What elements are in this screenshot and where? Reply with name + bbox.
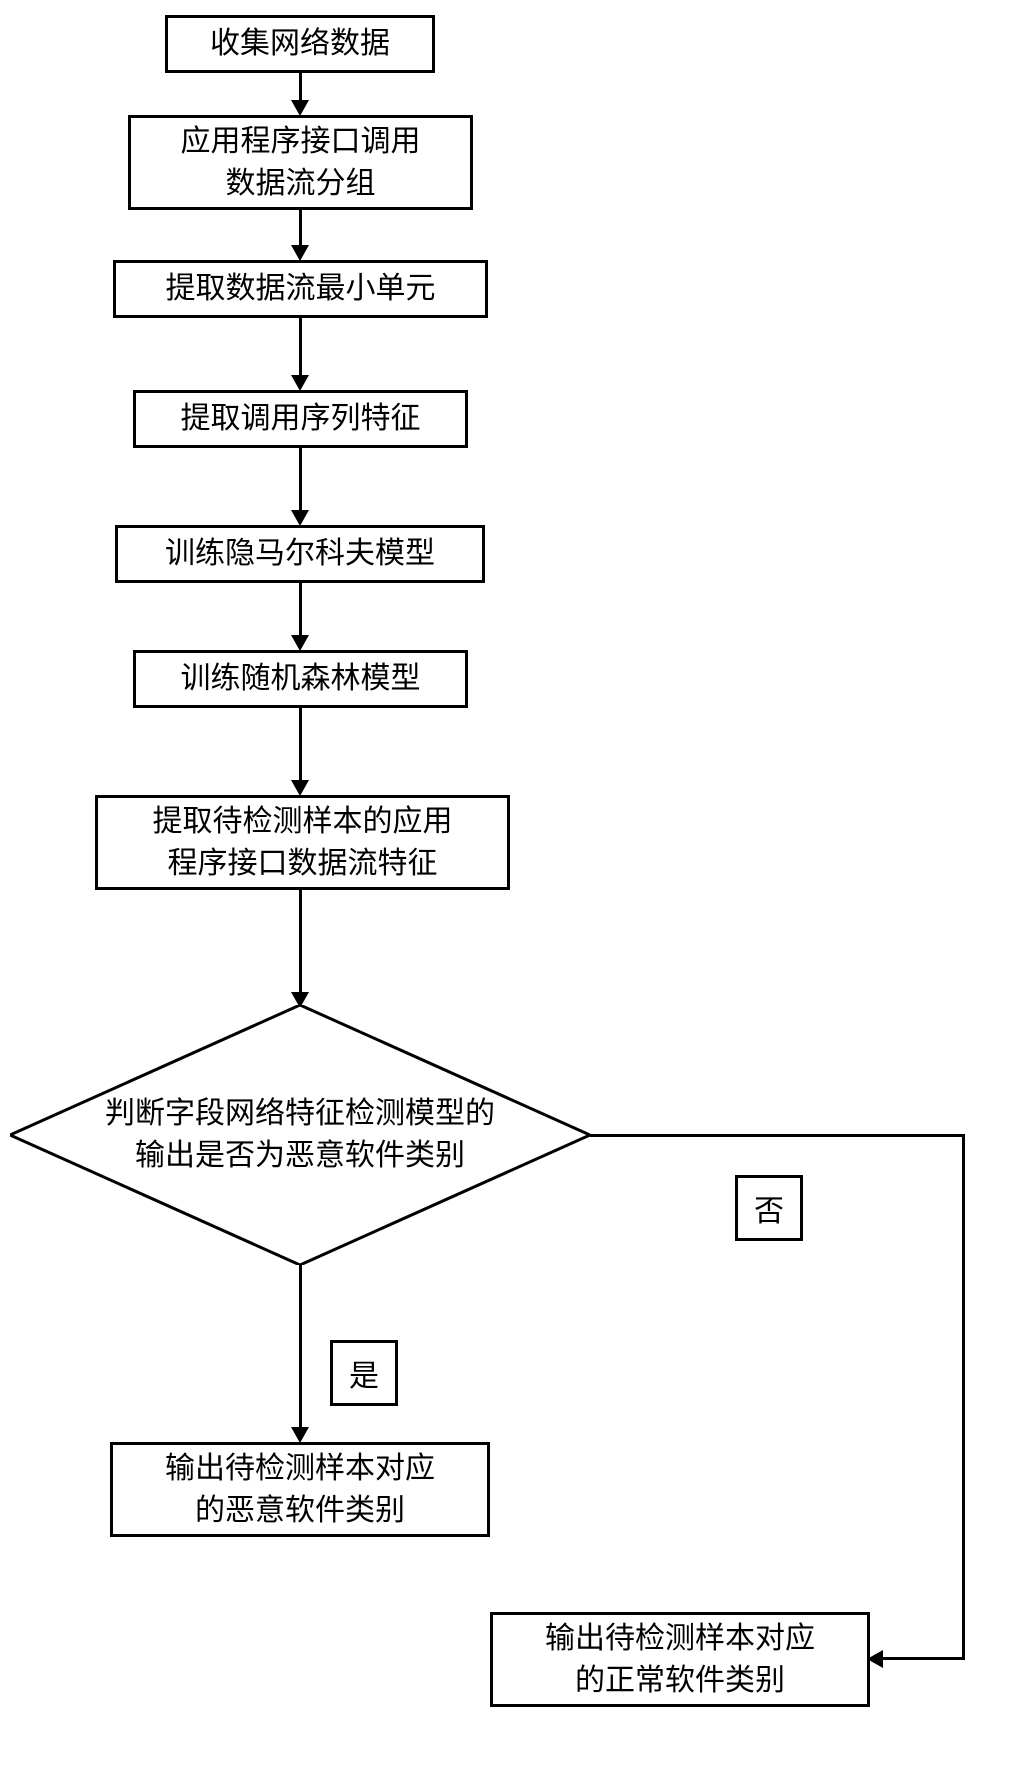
arrow-connector	[962, 1134, 965, 1659]
decision-label-yes: 是	[330, 1340, 398, 1406]
flowchart-box-extract-unit: 提取数据流最小单元	[113, 260, 488, 318]
arrow-head-icon	[291, 635, 309, 651]
arrow-connector	[299, 708, 302, 783]
arrow-connector	[299, 73, 302, 103]
label-text: 否	[754, 1195, 784, 1228]
box-text: 训练隐马尔科夫模型	[165, 533, 435, 575]
box-text: 训练随机森林模型	[181, 658, 421, 700]
box-text: 应用程序接口调用 数据流分组	[181, 121, 421, 205]
flowchart-box-train-hmm: 训练隐马尔科夫模型	[115, 525, 485, 583]
arrow-connector	[299, 448, 302, 513]
arrow-head-icon	[291, 100, 309, 116]
arrow-head-icon	[291, 245, 309, 261]
box-text: 提取数据流最小单元	[166, 268, 436, 310]
flowchart-output-malware: 输出待检测样本对应 的恶意软件类别	[110, 1442, 490, 1537]
flowchart-box-collect-data: 收集网络数据	[165, 15, 435, 73]
box-text: 输出待检测样本对应 的恶意软件类别	[165, 1448, 435, 1532]
arrow-head-icon	[291, 375, 309, 391]
flowchart-box-api-group: 应用程序接口调用 数据流分组	[128, 115, 473, 210]
arrow-connector	[590, 1134, 965, 1137]
flowchart-box-extract-sequence: 提取调用序列特征	[133, 390, 468, 448]
arrow-head-icon	[291, 1427, 309, 1443]
decision-label-no: 否	[735, 1175, 803, 1241]
arrow-connector	[299, 890, 302, 995]
decision-text: 判断字段网络特征检测模型的 输出是否为恶意软件类别	[105, 1093, 495, 1177]
box-text: 输出待检测样本对应 的正常软件类别	[545, 1618, 815, 1702]
box-text: 提取调用序列特征	[181, 398, 421, 440]
arrow-connector	[299, 583, 302, 638]
flowchart-output-normal: 输出待检测样本对应 的正常软件类别	[490, 1612, 870, 1707]
arrow-connector	[299, 1265, 302, 1430]
arrow-connector	[880, 1657, 965, 1660]
arrow-head-icon	[291, 510, 309, 526]
arrow-head-icon	[291, 780, 309, 796]
flowchart-box-extract-sample: 提取待检测样本的应用 程序接口数据流特征	[95, 795, 510, 890]
label-text: 是	[349, 1360, 379, 1393]
arrow-connector	[299, 210, 302, 248]
arrow-connector	[299, 318, 302, 378]
box-text: 提取待检测样本的应用 程序接口数据流特征	[153, 801, 453, 885]
box-text: 收集网络数据	[210, 23, 390, 65]
flowchart-decision: 判断字段网络特征检测模型的 输出是否为恶意软件类别	[10, 1005, 590, 1265]
flowchart-box-train-rf: 训练随机森林模型	[133, 650, 468, 708]
